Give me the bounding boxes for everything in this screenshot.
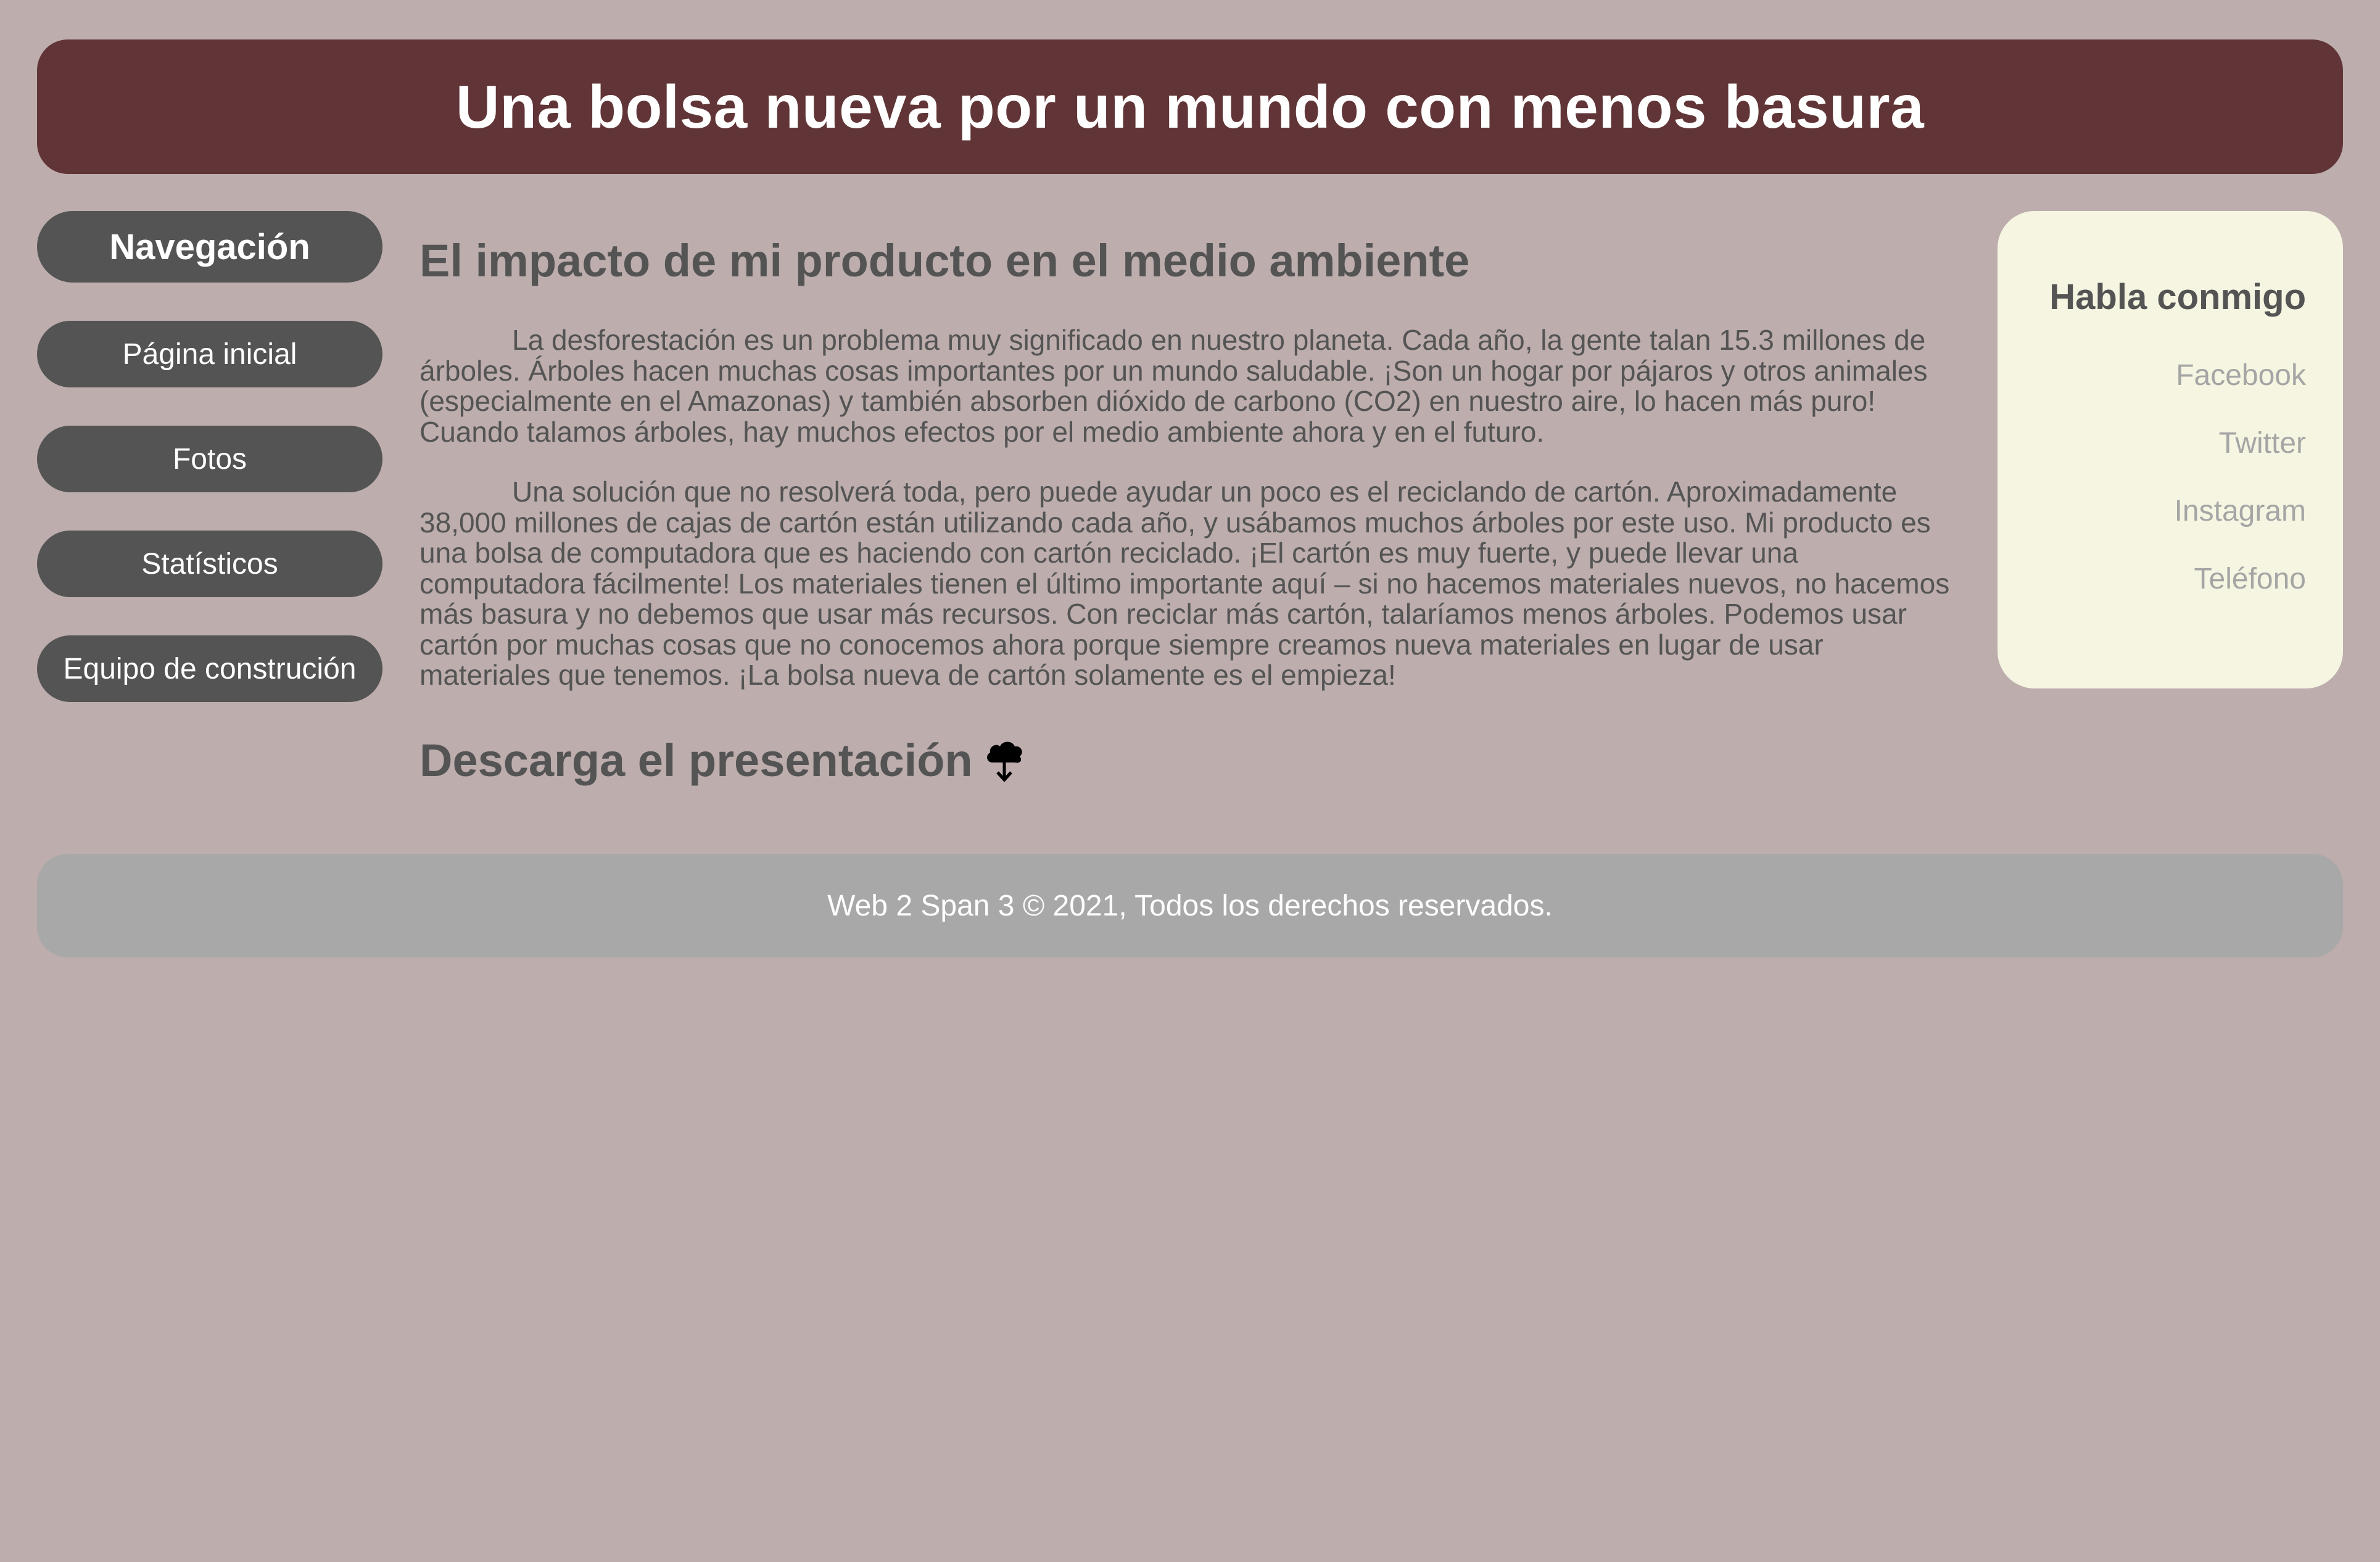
- contact-link-facebook[interactable]: Facebook: [1998, 358, 2306, 426]
- nav-title: Navegación: [37, 211, 382, 283]
- footer-text: Web 2 Span 3 © 2021, Todos los derechos …: [827, 889, 1553, 922]
- nav-item-equipo[interactable]: Equipo de construción: [37, 635, 382, 702]
- main-content: El impacto de mi producto en el medio am…: [419, 234, 1962, 787]
- contact-link-instagram[interactable]: Instagram: [1998, 494, 2306, 562]
- page-header: Una bolsa nueva por un mundo con menos b…: [37, 39, 2343, 174]
- contact-panel: Habla conmigo Facebook Twitter Instagram…: [1998, 211, 2343, 688]
- page-footer: Web 2 Span 3 © 2021, Todos los derechos …: [37, 854, 2343, 957]
- paragraph-solution: Una solución que no resolverá toda, pero…: [419, 476, 1950, 691]
- cloud-download-icon: [984, 737, 1025, 783]
- contact-link-telefono[interactable]: Teléfono: [1998, 562, 2306, 630]
- download-label: Descarga el presentación: [419, 734, 973, 786]
- nav-item-pagina-inicial[interactable]: Página inicial: [37, 321, 382, 387]
- download-presentation-link[interactable]: Descarga el presentación: [419, 734, 1962, 787]
- section-heading: El impacto de mi producto en el medio am…: [419, 235, 1470, 286]
- nav-item-fotos[interactable]: Fotos: [37, 426, 382, 492]
- nav-item-estadisticos[interactable]: Statísticos: [37, 531, 382, 597]
- contact-title: Habla conmigo: [2049, 277, 2306, 317]
- navigation-sidebar: Navegación Página inicial Fotos Statísti…: [37, 211, 382, 740]
- page-title: Una bolsa nueva por un mundo con menos b…: [455, 72, 1925, 141]
- contact-link-twitter[interactable]: Twitter: [1998, 426, 2306, 494]
- paragraph-deforestation: La desforestación es un problema muy sig…: [419, 324, 1928, 448]
